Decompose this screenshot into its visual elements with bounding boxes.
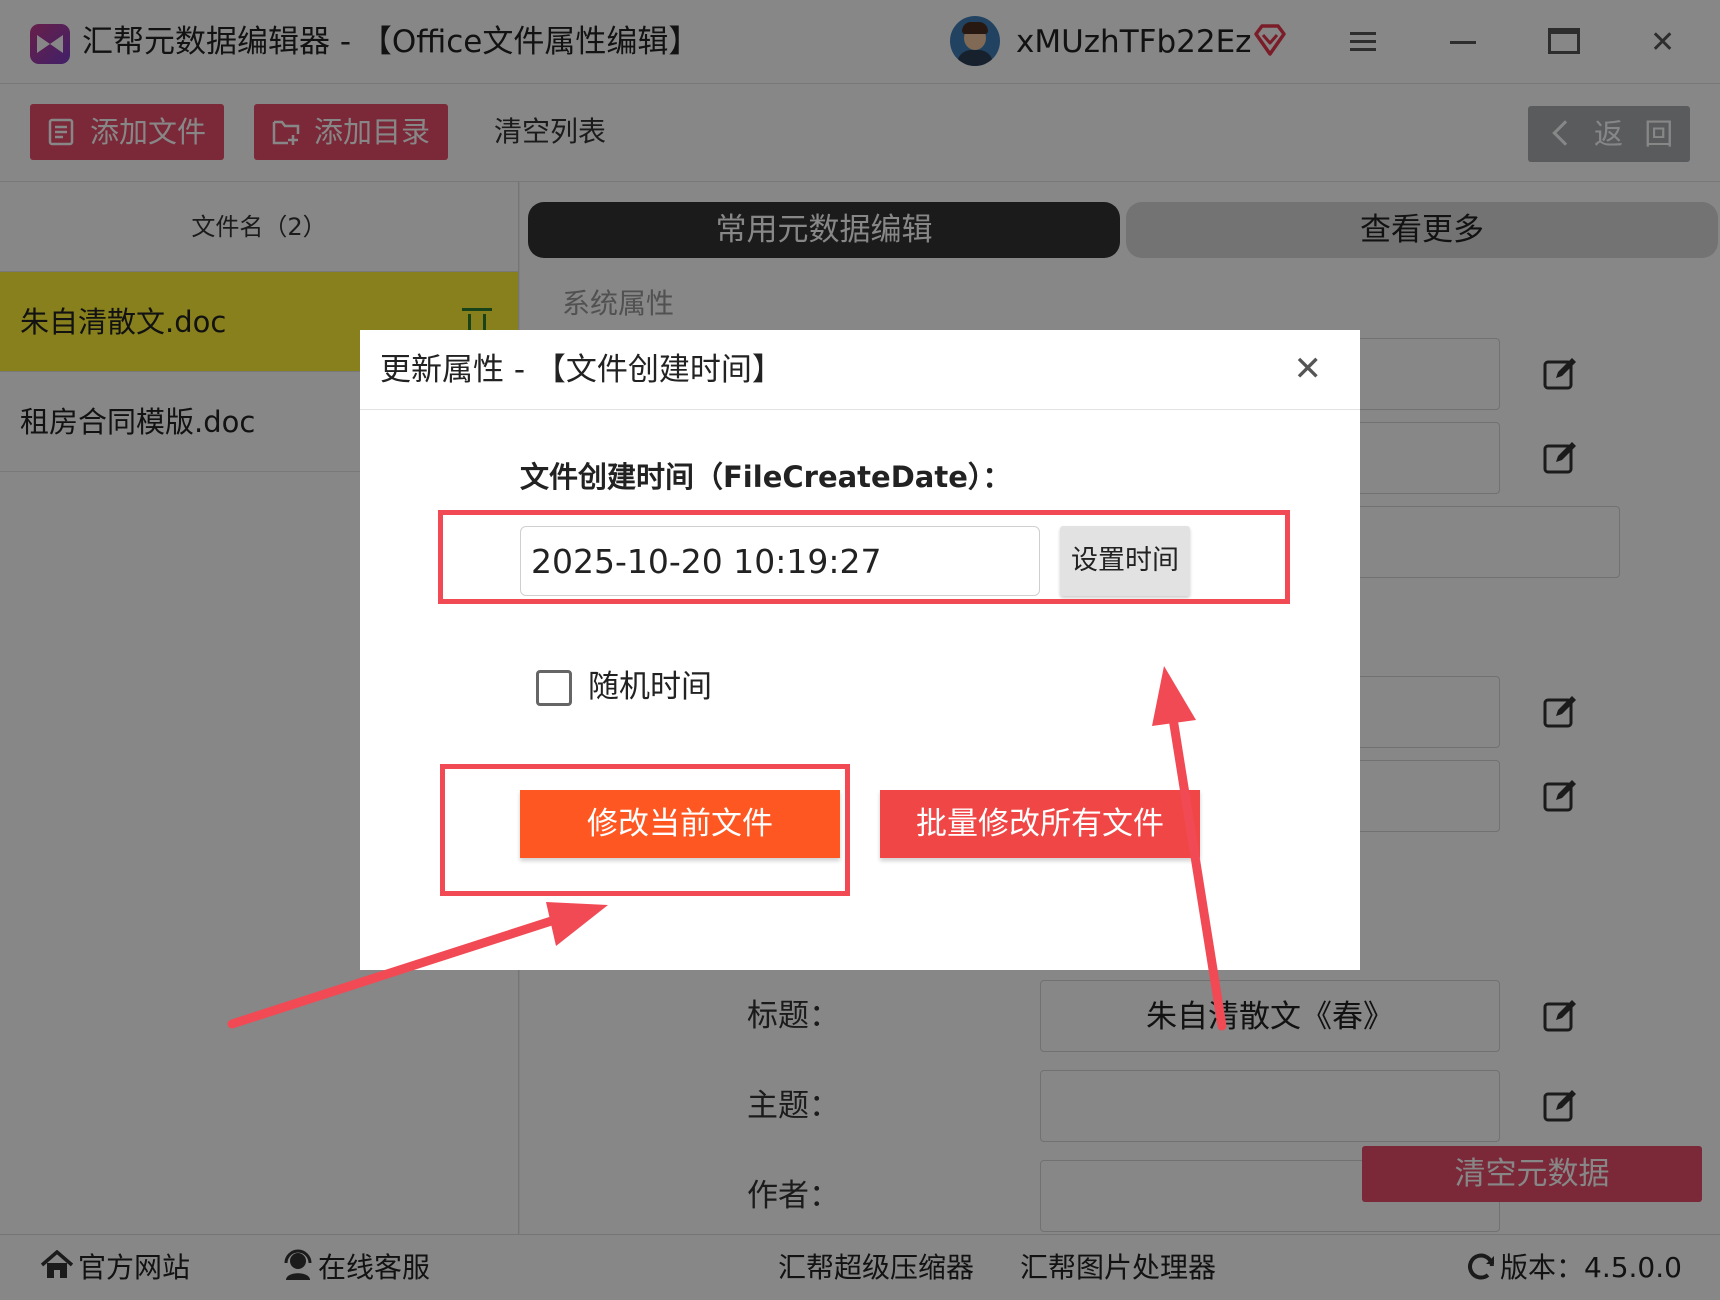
- highlight-box-date-input: [438, 510, 1290, 604]
- highlight-box-modify-button: [440, 764, 850, 896]
- dialog-title: 更新属性 - 【文件创建时间】: [380, 352, 783, 388]
- close-icon[interactable]: ✕: [1294, 352, 1323, 386]
- random-time-label[interactable]: 随机时间: [588, 664, 712, 710]
- random-time-checkbox[interactable]: [536, 670, 572, 706]
- file-create-date-label: 文件创建时间（FileCreateDate）：: [520, 460, 1012, 494]
- dialog-header: 更新属性 - 【文件创建时间】 ✕: [360, 330, 1360, 410]
- batch-modify-all-files-button[interactable]: 批量修改所有文件: [880, 790, 1200, 858]
